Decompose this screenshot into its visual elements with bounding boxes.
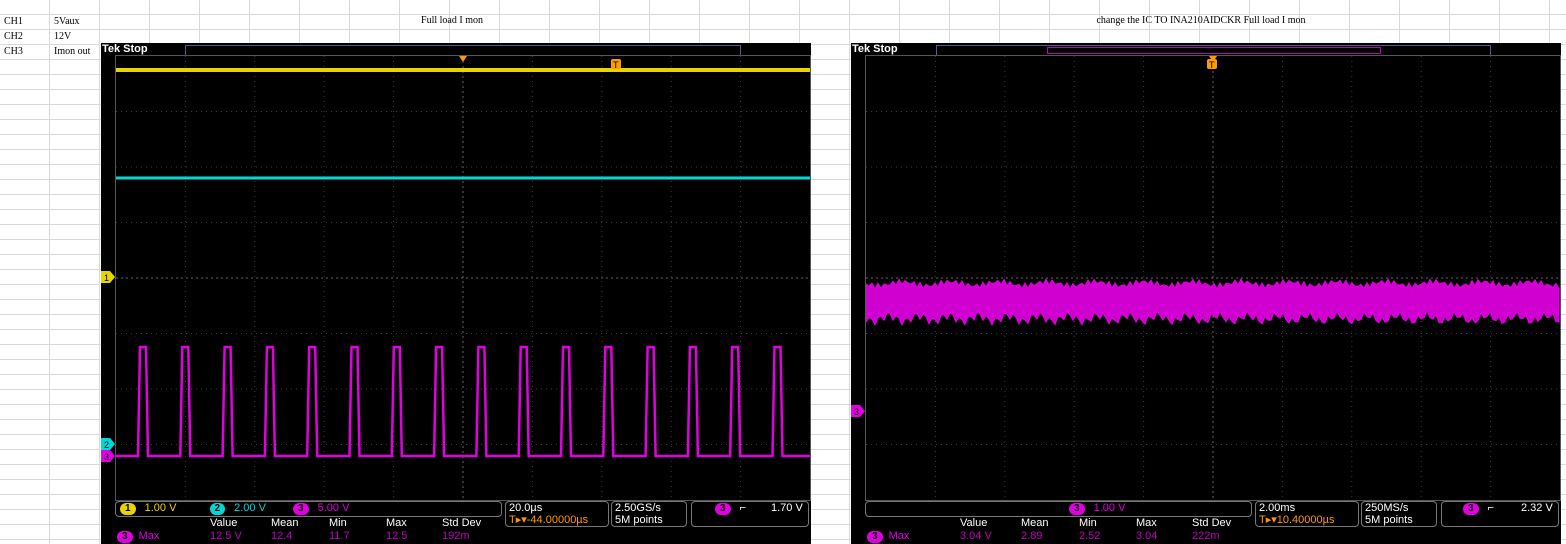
meas-header-min: Min [1079,517,1097,529]
ch3-scale: 1.00 V [1093,502,1126,514]
svg-text:1: 1 [104,273,109,283]
right-capture-title[interactable]: change the IC TO INA210AIDCKR Full load … [1096,15,1305,26]
meas-header-max: Max [386,517,407,529]
cell-ch2-desc[interactable]: 12V [54,29,71,44]
meas-header-stddev: Std Dev [442,517,482,529]
ch3-badge: 3 [293,503,309,515]
meas-header-stddev: Std Dev [1192,517,1232,529]
svg-text:3: 3 [104,452,109,462]
meas-mean: 2.89 [1021,530,1043,542]
cell-ch2-label[interactable]: CH2 [4,29,23,44]
meas-min: 11.7 [329,530,350,542]
meas-header-mean: Mean [1021,517,1049,529]
tek-logo: Tek [102,43,121,55]
right-scope-screenshot: Tek Stop 3 T 3 1.00 V 2.00ms T▸▾10.40000… [851,43,1561,544]
trigger-position-marker [459,56,467,62]
tek-logo: Tek [852,43,871,55]
left-capture-title[interactable]: Full load I mon [421,15,483,26]
left-scope-screenshot: Tek Stop 1 2 3 T 1 1.00 V 2 2.00 V 3 5.0… [101,43,811,544]
trigger-source-badge: 3 [1463,503,1479,515]
trigger-offset: T▸▾10.40000µs [1259,514,1335,526]
trigger-offset: T▸▾-44.00000µs [509,514,589,526]
meas-value: 3.04 V [960,530,992,542]
trigger-slope-icon: ⌐ [1487,502,1495,514]
trigger-level: 1.70 V [771,502,803,514]
meas-type: Max [888,530,910,542]
svg-text:3: 3 [854,407,859,417]
meas-header-max: Max [1136,517,1157,529]
record-window-indicator [1047,47,1381,54]
meas-header-min: Min [329,517,347,529]
svg-text:T: T [613,60,619,69]
cell-ch3-label[interactable]: CH3 [4,44,23,59]
meas-type: Max [138,530,160,542]
ch3-marker: 3 [101,450,115,462]
trigger-level-marker: T [611,59,621,69]
trigger-level-marker: T [1207,59,1217,69]
meas-max: 3.04 [1136,530,1158,542]
ch1-scale: 1.00 V [144,502,177,514]
waveform-area [115,55,811,501]
channel-scale-panel [865,501,1252,517]
meas-header-mean: Mean [271,517,299,529]
waveform-graticule [116,56,810,500]
trigger-level: 2.32 V [1521,502,1553,514]
acquisition-status: Stop [873,43,898,55]
svg-text:T: T [1209,60,1215,69]
ch1-marker: 1 [101,271,115,283]
meas-source-badge: 3 [867,531,883,543]
ch3-scale: 5.00 V [317,502,350,514]
meas-mean: 12.4 [271,530,293,542]
record-length: 5M points [1365,514,1413,526]
svg-text:2: 2 [104,440,109,450]
ch2-marker: 2 [101,438,115,450]
meas-min: 2.52 [1079,530,1101,542]
ch3-trace [866,278,1560,327]
trigger-source-badge: 3 [715,503,731,515]
ch2-scale: 2.00 V [234,502,266,514]
ch3-badge: 3 [1069,503,1085,515]
meas-header-value: Value [210,517,238,529]
meas-max: 12.5 [386,530,408,542]
waveform-area [865,55,1561,501]
waveform-graticule [866,56,1560,500]
cell-ch3-desc[interactable]: Imon out [54,44,90,59]
meas-stddev: 222m [1192,530,1220,542]
record-length: 5M points [615,514,663,526]
cell-ch1-desc[interactable]: 5Vaux [54,14,80,29]
meas-source-badge: 3 [117,531,133,543]
ch3-marker: 3 [851,405,865,417]
ch2-badge: 2 [209,503,226,515]
ch1-badge: 1 [120,503,136,515]
meas-header-value: Value [960,517,988,529]
trigger-slope-icon: ⌐ [739,502,747,514]
cell-ch1-label[interactable]: CH1 [4,14,23,29]
meas-value: 12.5 V [210,530,242,542]
acquisition-status: Stop [123,43,148,55]
meas-stddev: 192m [442,530,470,542]
